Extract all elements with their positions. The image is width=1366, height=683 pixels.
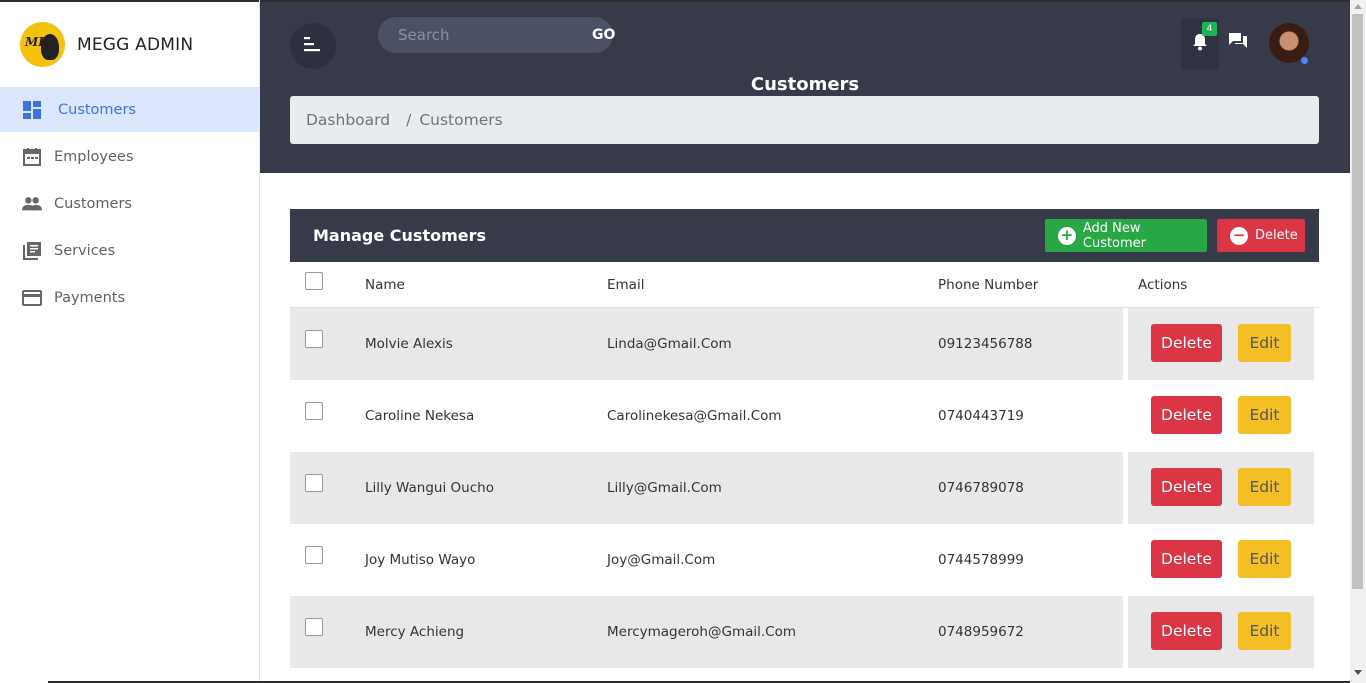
table-row: Mercy Achieng Mercymageroh@Gmail.Com 074… [290, 596, 1319, 668]
select-all-checkbox[interactable] [305, 272, 323, 290]
header-name: Name [365, 276, 405, 293]
breadcrumb-separator: / [406, 111, 412, 129]
sidebar-item-services[interactable]: Services [0, 229, 259, 273]
breadcrumb: Dashboard / Customers [290, 96, 1319, 144]
row-checkbox[interactable] [305, 546, 323, 564]
table-row: Molvie Alexis Linda@Gmail.Com 0912345678… [290, 308, 1319, 380]
bell-icon [1192, 33, 1208, 55]
menu-toggle-button[interactable] [290, 23, 336, 69]
add-new-customer-button[interactable]: + Add New Customer [1045, 219, 1207, 252]
brand-logo[interactable]: MB [20, 22, 65, 67]
scroll-thumb[interactable] [1352, 14, 1363, 589]
row-delete-button[interactable]: Delete [1151, 540, 1222, 578]
sidebar-item-label: Customers [58, 102, 136, 118]
sidebar-item-label: Employees [54, 149, 134, 165]
scroll-up-arrow-icon[interactable] [1354, 4, 1362, 9]
dashboard-icon [22, 100, 42, 120]
sidebar-item-label: Services [54, 243, 116, 259]
customer-name: Molvie Alexis [365, 336, 453, 352]
search-input[interactable] [378, 17, 592, 53]
customer-phone: 0744578999 [938, 552, 1024, 568]
sidebar-item-payments[interactable]: Payments [0, 276, 259, 320]
search-bar: GO [378, 17, 615, 53]
chat-icon[interactable] [1228, 32, 1248, 54]
header-email: Email [607, 276, 645, 293]
online-status-dot [1300, 56, 1309, 65]
bulk-delete-button[interactable]: − Delete [1217, 219, 1305, 252]
header-phone: Phone Number [938, 276, 1039, 293]
scroll-down-arrow-icon[interactable] [1354, 670, 1362, 675]
add-button-label: Add New Customer [1082, 220, 1147, 251]
customer-email: Mercymageroh@Gmail.Com [607, 624, 796, 640]
customer-phone: 0740443719 [938, 408, 1024, 424]
row-edit-button[interactable]: Edit [1238, 612, 1291, 650]
sidebar-item-customers-dashboard[interactable]: Customers [0, 88, 259, 132]
bulk-delete-label: Delete [1255, 228, 1298, 243]
top-header: GO 4 Customers Dashboard / Customers [260, 0, 1350, 173]
customer-name: Lilly Wangui Oucho [365, 480, 494, 496]
card-header: Manage Customers + Add New Customer − De… [290, 209, 1319, 262]
table-row: Joy Mutiso Wayo Joy@Gmail.Com 0744578999… [290, 524, 1319, 596]
table-row: Caroline Nekesa Carolinekesa@Gmail.Com 0… [290, 380, 1319, 452]
breadcrumb-dashboard-link[interactable]: Dashboard [306, 111, 390, 129]
manage-customers-card: Manage Customers + Add New Customer − De… [290, 209, 1319, 683]
row-checkbox[interactable] [305, 330, 323, 348]
customer-name: Mercy Achieng [365, 624, 465, 640]
customer-email: Lilly@Gmail.Com [607, 480, 722, 496]
sidebar-item-label: Payments [54, 290, 126, 306]
row-delete-button[interactable]: Delete [1151, 324, 1222, 362]
row-checkbox[interactable] [305, 402, 323, 420]
brand-name: MEGG ADMIN [77, 34, 194, 55]
customer-email: Carolinekesa@Gmail.Com [607, 408, 782, 424]
customer-name: Caroline Nekesa [365, 408, 475, 424]
row-checkbox[interactable] [305, 474, 323, 492]
sidebar: MB MEGG ADMIN Customers Employees Custom… [0, 0, 260, 683]
sidebar-item-label: Customers [54, 196, 132, 212]
customer-name: Joy Mutiso Wayo [365, 552, 476, 568]
credit-card-icon [22, 288, 42, 308]
table-header: Name Email Phone Number Actions [290, 262, 1319, 308]
brand: MB MEGG ADMIN [0, 0, 259, 88]
customer-email: Linda@Gmail.Com [607, 336, 732, 352]
add-circle-icon: + [1058, 226, 1076, 245]
breadcrumb-current: Customers [419, 111, 503, 129]
row-edit-button[interactable]: Edit [1238, 540, 1291, 578]
customer-email: Joy@Gmail.Com [607, 552, 716, 568]
row-delete-button[interactable]: Delete [1151, 396, 1222, 434]
library-books-icon [22, 241, 42, 261]
notification-badge: 4 [1202, 22, 1217, 36]
row-edit-button[interactable]: Edit [1238, 468, 1291, 506]
row-checkbox[interactable] [305, 618, 323, 636]
table-row: Lilly Wangui Oucho Lilly@Gmail.Com 07467… [290, 452, 1319, 524]
remove-circle-icon: − [1230, 226, 1248, 245]
people-icon [22, 194, 42, 214]
row-delete-button[interactable]: Delete [1151, 468, 1222, 506]
notifications-button[interactable]: 4 [1181, 18, 1219, 70]
customer-phone: 0746789078 [938, 480, 1024, 496]
sidebar-nav: Customers Employees Customers Services P… [0, 88, 259, 320]
sidebar-item-employees[interactable]: Employees [0, 135, 259, 179]
customer-phone: 09123456788 [938, 336, 1033, 352]
search-go-button[interactable]: GO [592, 27, 615, 43]
sidebar-item-customers[interactable]: Customers [0, 182, 259, 226]
row-edit-button[interactable]: Edit [1238, 324, 1291, 362]
menu-icon [304, 36, 322, 56]
page-scrollbar[interactable] [1350, 0, 1366, 683]
row-edit-button[interactable]: Edit [1238, 396, 1291, 434]
customer-phone: 0748959672 [938, 624, 1024, 640]
header-actions: Actions [1138, 276, 1188, 293]
row-delete-button[interactable]: Delete [1151, 612, 1222, 650]
calendar-icon [22, 147, 42, 167]
page-title: Customers [750, 74, 860, 95]
card-title: Manage Customers [313, 226, 487, 245]
